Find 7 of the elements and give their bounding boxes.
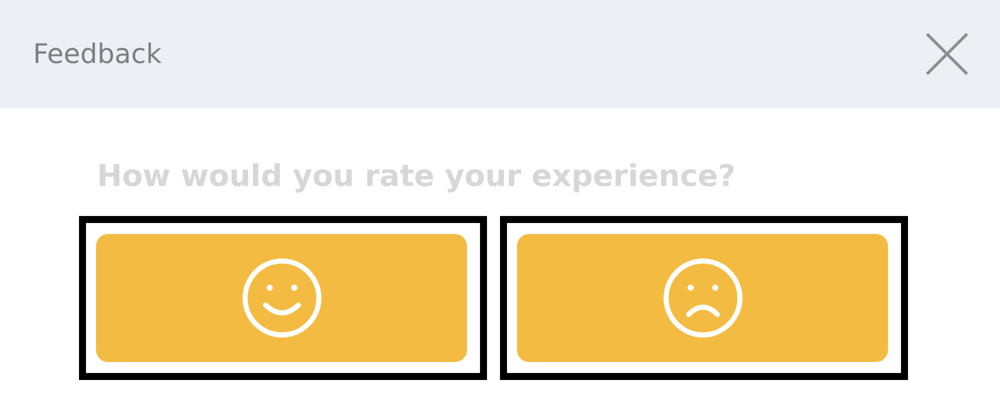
close-icon — [925, 32, 969, 76]
sad-face-icon — [662, 257, 744, 339]
smiley-face-icon — [240, 257, 322, 339]
close-button[interactable] — [924, 31, 970, 77]
rating-button[interactable] — [517, 234, 888, 362]
dialog-title: Feedback — [33, 38, 162, 70]
rating-button[interactable] — [96, 234, 467, 362]
